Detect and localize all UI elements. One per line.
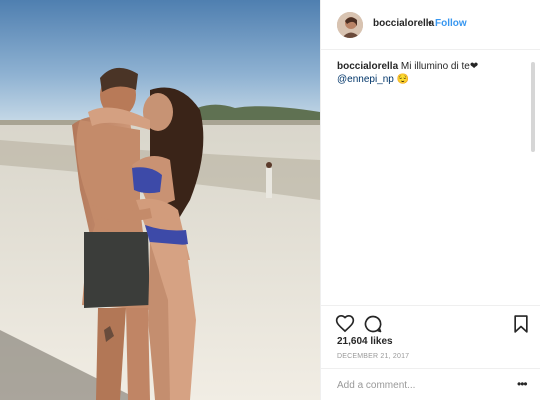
beach-couple-image [0,0,320,400]
separator-dot: • [428,18,432,29]
post-caption: boccialorella Mi illumino di te❤ @ennepi… [337,60,527,86]
follow-button[interactable]: Follow [435,18,467,29]
caption-username-link[interactable]: boccialorella [337,61,398,72]
caption-emoji: 😌 [396,74,410,85]
scrollbar-thumb[interactable] [531,62,535,152]
post-actions [321,305,540,335]
bookmark-icon[interactable] [511,314,531,334]
more-options-icon[interactable]: ••• [517,377,528,391]
instagram-post: boccialorella • Follow boccialorella Mi … [0,0,540,400]
avatar-image [337,12,363,38]
avatar[interactable] [337,12,363,38]
comment-bubble-icon[interactable] [363,314,383,334]
caption-mention-link[interactable]: @ennepi_np [337,74,394,85]
post-details-panel: boccialorella • Follow boccialorella Mi … [320,0,540,400]
heart-icon[interactable] [335,314,355,334]
caption-text: Mi illumino di te❤ [400,61,479,72]
post-photo[interactable] [0,0,320,400]
comment-bar: ••• [321,368,540,400]
post-header: boccialorella • Follow [321,0,540,50]
add-comment-input[interactable] [337,378,497,392]
post-date[interactable]: DECEMBER 21, 2017 [337,353,409,360]
like-count[interactable]: 21,604 likes [337,336,393,347]
comments-scrollbar[interactable] [530,52,536,302]
username-link[interactable]: boccialorella [373,18,434,29]
